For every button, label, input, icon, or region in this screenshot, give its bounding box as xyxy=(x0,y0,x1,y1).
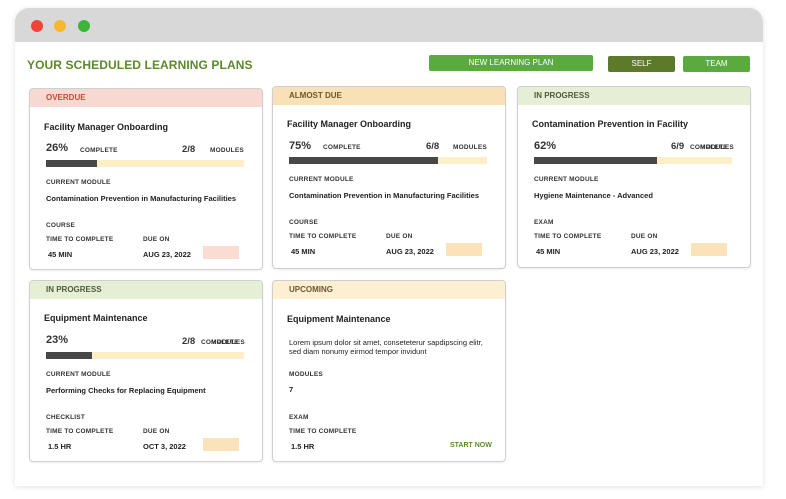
plan-type: EXAM xyxy=(534,219,554,226)
time-to-complete-label: TIME TO COMPLETE xyxy=(46,236,114,243)
time-to-complete-value: 1.5 HR xyxy=(291,442,315,451)
plan-type: COURSE xyxy=(46,222,76,229)
due-on-label: DUE ON xyxy=(386,233,413,240)
learning-plan-card-upcoming[interactable]: UPCOMING Equipment Maintenance Lorem ips… xyxy=(272,280,506,462)
due-status-chip xyxy=(203,246,239,259)
progress-bar xyxy=(289,157,487,164)
due-date-value: AUG 23, 2022 xyxy=(143,250,191,259)
current-module-label: CURRENT MODULE xyxy=(46,179,111,186)
page-title: YOUR SCHEDULED LEARNING PLANS xyxy=(27,58,253,72)
plan-type: EXAM xyxy=(289,414,309,421)
card-status-header: OVERDUE xyxy=(30,89,262,107)
close-window-dot[interactable] xyxy=(31,20,43,32)
browser-window: YOUR SCHEDULED LEARNING PLANS NEW LEARNI… xyxy=(15,8,763,486)
progress-percent: 23% xyxy=(46,334,69,346)
complete-label: COMPLETE xyxy=(323,144,361,151)
start-now-link[interactable]: START NOW xyxy=(450,442,492,449)
current-module-label: CURRENT MODULE xyxy=(46,371,111,378)
due-on-label: DUE ON xyxy=(143,236,170,243)
learning-plan-card-in-progress[interactable]: IN PROGRESS Equipment Maintenance 23% 2/… xyxy=(29,280,263,462)
progress-percent: 62% xyxy=(534,140,557,152)
modules-label: MODULES xyxy=(210,147,244,154)
card-status-header: ALMOST DUE xyxy=(273,87,505,105)
due-status-chip xyxy=(446,243,482,256)
self-filter-button[interactable]: SELF xyxy=(608,56,675,72)
plan-description: Lorem ipsum dolor sit amet, conseteterur… xyxy=(289,338,483,356)
time-to-complete-label: TIME TO COMPLETE xyxy=(534,233,602,240)
time-to-complete-label: TIME TO COMPLETE xyxy=(289,428,357,435)
time-to-complete-value: 45 MIN xyxy=(291,247,316,256)
card-status-header: IN PROGRESS xyxy=(30,281,262,299)
modules-label: MODULES xyxy=(700,144,734,151)
progress-bar xyxy=(534,157,732,164)
plan-type: COURSE xyxy=(289,219,319,226)
due-status-chip xyxy=(691,243,727,256)
card-title: Facility Manager Onboarding xyxy=(287,119,412,129)
window-titlebar xyxy=(15,8,763,42)
progress-bar-fill xyxy=(289,157,438,164)
modules-fraction: 6/8 xyxy=(426,141,440,152)
progress-percent: 75% xyxy=(289,140,312,152)
modules-label: MODULES xyxy=(453,144,487,151)
modules-fraction: 6/9 xyxy=(671,141,685,152)
progress-bar-fill xyxy=(534,157,657,164)
minimize-window-dot[interactable] xyxy=(54,20,66,32)
due-on-label: DUE ON xyxy=(143,428,170,435)
progress-bar xyxy=(46,352,244,359)
modules-fraction: 2/8 xyxy=(182,144,196,155)
maximize-window-dot[interactable] xyxy=(78,20,90,32)
card-title: Facility Manager Onboarding xyxy=(44,122,169,132)
card-title: Equipment Maintenance xyxy=(44,313,148,323)
learning-plan-card-almost-due[interactable]: ALMOST DUE Facility Manager Onboarding 7… xyxy=(272,86,506,269)
current-module-name: Hygiene Maintenance - Advanced xyxy=(534,191,653,200)
progress-percent: 26% xyxy=(46,142,69,154)
current-module-label: CURRENT MODULE xyxy=(289,176,354,183)
current-module-name: Contamination Prevention in Manufacturin… xyxy=(289,191,480,200)
plan-type: CHECKLIST xyxy=(46,414,85,421)
progress-bar-fill xyxy=(46,160,98,167)
time-to-complete-label: TIME TO COMPLETE xyxy=(289,233,357,240)
due-on-label: DUE ON xyxy=(631,233,658,240)
due-date-value: OCT 3, 2022 xyxy=(143,442,186,451)
progress-bar-fill xyxy=(46,352,92,359)
time-to-complete-value: 1.5 HR xyxy=(48,442,72,451)
time-to-complete-value: 45 MIN xyxy=(48,250,73,259)
due-date-value: AUG 23, 2022 xyxy=(631,247,679,256)
current-module-name: Performing Checks for Replacing Equipmen… xyxy=(46,386,206,395)
current-module-label: CURRENT MODULE xyxy=(534,176,599,183)
team-filter-button[interactable]: TEAM xyxy=(683,56,750,72)
complete-label: COMPLETE xyxy=(80,147,118,154)
card-title: Contamination Prevention in Facility xyxy=(532,119,689,129)
card-status-header: IN PROGRESS xyxy=(518,87,750,105)
due-status-chip xyxy=(203,438,239,451)
card-title: Equipment Maintenance xyxy=(287,314,391,324)
learning-plan-card-overdue[interactable]: OVERDUE Facility Manager Onboarding 26% … xyxy=(29,88,263,270)
new-learning-plan-button[interactable]: NEW LEARNING PLAN xyxy=(429,55,593,71)
modules-label: MODULES xyxy=(289,371,323,378)
time-to-complete-label: TIME TO COMPLETE xyxy=(46,428,114,435)
current-module-name: Contamination Prevention in Manufacturin… xyxy=(46,194,237,203)
time-to-complete-value: 45 MIN xyxy=(536,247,561,256)
card-status-header: UPCOMING xyxy=(273,281,505,299)
modules-fraction: 2/8 xyxy=(182,336,196,347)
modules-label: MODULES xyxy=(211,339,245,346)
modules-count: 7 xyxy=(289,385,294,394)
due-date-value: AUG 23, 2022 xyxy=(386,247,434,256)
progress-bar xyxy=(46,160,244,167)
learning-plan-card-in-progress[interactable]: IN PROGRESS Contamination Prevention in … xyxy=(517,86,751,268)
